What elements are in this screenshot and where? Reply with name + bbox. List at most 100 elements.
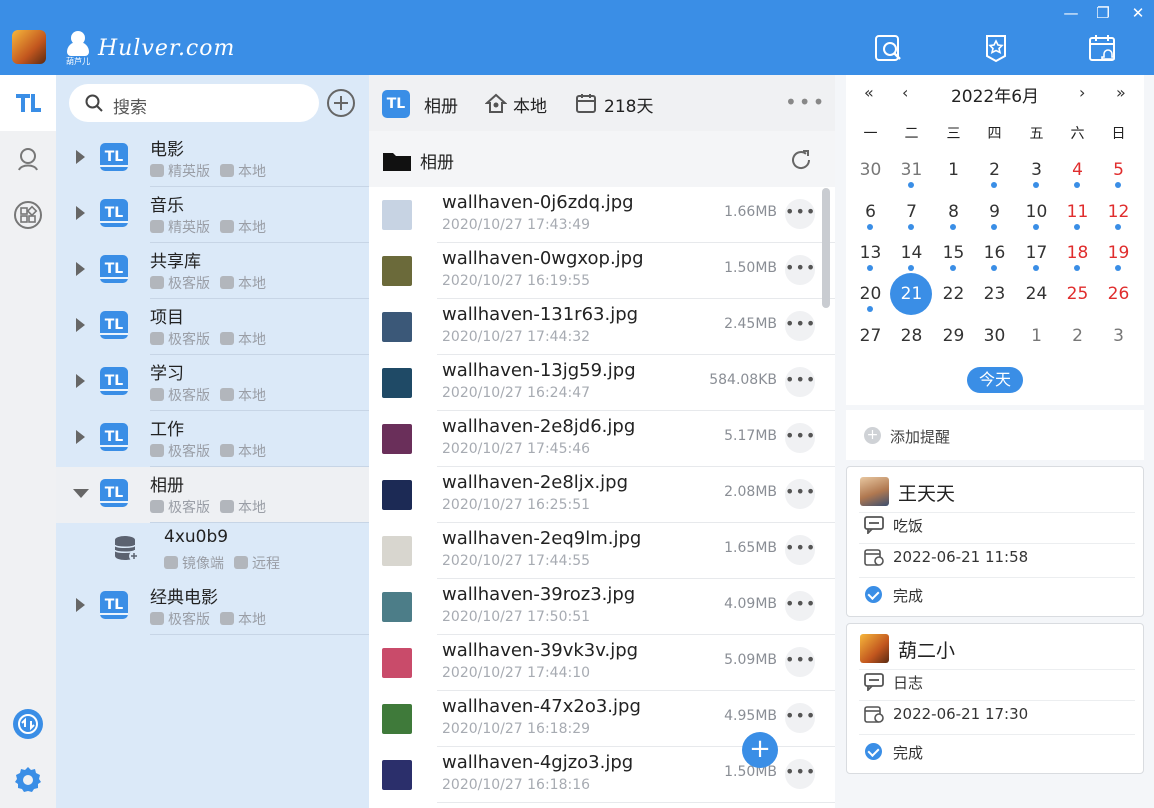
library-item[interactable]: TL 共享库 极客版 本地 [56, 243, 369, 299]
app-avatar[interactable] [12, 30, 46, 64]
file-row[interactable]: wallhaven-13jg59.jpg 2020/10/27 16:24:47 5… [369, 355, 835, 411]
reminder-status[interactable]: 完成 [893, 585, 923, 606]
home-icon [220, 276, 234, 289]
scrollbar[interactable] [822, 188, 830, 308]
library-location: 本地 [238, 388, 266, 404]
calendar-day[interactable]: 1 [933, 150, 974, 191]
calendar-day[interactable]: 28 [891, 316, 932, 357]
file-row[interactable]: wallhaven-39vk3v.jpg 2020/10/27 17:44:10 5… [369, 635, 835, 691]
library-location: 本地 [238, 220, 266, 236]
library-item[interactable]: TL 电影 精英版 本地 [56, 131, 369, 187]
file-more-button[interactable]: ••• [785, 535, 815, 565]
event-dot [950, 224, 956, 230]
search-input[interactable]: 搜索 [113, 93, 147, 118]
file-more-button[interactable]: ••• [785, 591, 815, 621]
cloud-icon [234, 556, 248, 569]
file-more-button[interactable]: ••• [785, 199, 815, 229]
reminder-card[interactable]: 葫二小 日志 2022-06-21 17:30 完成 [846, 623, 1144, 774]
next-month-button[interactable]: › [1079, 83, 1085, 102]
file-row[interactable]: wallhaven-39roz3.jpg 2020/10/27 17:50:51 4… [369, 579, 835, 635]
location-label[interactable]: 本地 [513, 92, 547, 117]
rail-apps[interactable] [0, 187, 56, 243]
sync-icon [13, 709, 43, 739]
restore-button[interactable]: ❐ [1092, 4, 1114, 22]
gear-icon [15, 767, 41, 792]
calendar-day[interactable]: 3 [1098, 316, 1139, 357]
file-more-button[interactable]: ••• [785, 311, 815, 341]
add-file-button[interactable]: + [742, 732, 778, 768]
current-library[interactable]: 相册 [424, 92, 458, 117]
reminder-card[interactable]: 王天天 吃饭 2022-06-21 11:58 完成 [846, 466, 1144, 617]
expand-arrow-icon[interactable] [76, 598, 85, 612]
calendar-day[interactable]: 21 [891, 274, 932, 315]
global-search-icon[interactable] [873, 32, 905, 64]
refresh-icon[interactable] [789, 148, 813, 172]
search-box[interactable]: 搜索 [69, 84, 319, 122]
calendar-day[interactable]: 1 [1016, 316, 1057, 357]
next-year-button[interactable]: » [1116, 83, 1126, 102]
collapse-arrow-icon[interactable] [73, 489, 89, 498]
file-row[interactable]: wallhaven-2eq9lm.jpg 2020/10/27 17:44:55 1… [369, 523, 835, 579]
file-row[interactable]: wallhaven-2e8ljx.jpg 2020/10/27 16:25:51 2… [369, 467, 835, 523]
file-size: 2.45MB [724, 316, 777, 332]
library-item[interactable]: TL 经典电影 极客版 本地 [56, 579, 369, 635]
favorites-icon[interactable] [980, 32, 1012, 64]
calendar-day[interactable]: 24 [1016, 274, 1057, 315]
library-edition: 极客版 [168, 500, 210, 516]
file-row[interactable]: wallhaven-0j6zdq.jpg 2020/10/27 17:43:49 1… [369, 187, 835, 243]
calendar-day[interactable]: 27 [850, 316, 891, 357]
expand-arrow-icon[interactable] [76, 318, 85, 332]
calendar-day[interactable]: 22 [933, 274, 974, 315]
add-library-button[interactable] [327, 89, 355, 117]
calendar-day[interactable]: 25 [1057, 274, 1098, 315]
file-more-button[interactable]: ••• [785, 423, 815, 453]
library-icon: TL [382, 90, 410, 118]
rail-library[interactable] [0, 75, 56, 131]
library-item[interactable]: TL 音乐 精英版 本地 [56, 187, 369, 243]
calendar-day[interactable]: 30 [974, 316, 1015, 357]
contacts-icon [18, 148, 38, 171]
library-item[interactable]: TL 工作 极客版 本地 [56, 411, 369, 467]
rail-contacts[interactable] [0, 131, 56, 187]
file-row[interactable]: wallhaven-131r63.jpg 2020/10/27 17:44:32 2… [369, 299, 835, 355]
today-button[interactable]: 今天 [967, 367, 1023, 393]
expand-arrow-icon[interactable] [76, 374, 85, 388]
close-button[interactable]: ✕ [1127, 4, 1149, 22]
home-icon [220, 220, 234, 233]
file-more-button[interactable]: ••• [785, 647, 815, 677]
file-more-button[interactable]: ••• [785, 703, 815, 733]
expand-arrow-icon[interactable] [76, 430, 85, 444]
file-more-button[interactable]: ••• [785, 759, 815, 789]
check-icon[interactable] [865, 586, 882, 603]
rail-settings[interactable] [0, 752, 56, 808]
library-item-selected[interactable]: TL 相册 极客版 本地 [56, 467, 369, 523]
folder-row[interactable]: 相册 [369, 131, 835, 187]
calendar-day[interactable]: 23 [974, 274, 1015, 315]
expand-arrow-icon[interactable] [76, 262, 85, 276]
calendar-reminder-icon[interactable] [1087, 32, 1119, 64]
expand-arrow-icon[interactable] [76, 150, 85, 164]
rail-sync[interactable] [0, 696, 56, 752]
calendar-day[interactable]: 2 [1057, 316, 1098, 357]
calendar-day[interactable]: 30 [850, 150, 891, 191]
library-item[interactable]: TL 项目 极客版 本地 [56, 299, 369, 355]
add-reminder-button[interactable]: + 添加提醒 [846, 410, 1144, 460]
file-more-button[interactable]: ••• [785, 255, 815, 285]
calendar-day[interactable]: 26 [1098, 274, 1139, 315]
library-item[interactable]: TL 学习 极客版 本地 [56, 355, 369, 411]
check-icon[interactable] [865, 743, 882, 760]
expand-arrow-icon[interactable] [76, 206, 85, 220]
file-more-button[interactable]: ••• [785, 479, 815, 509]
minimize-button[interactable]: — [1060, 4, 1082, 22]
more-options-button[interactable]: ••• [785, 90, 826, 114]
library-meta: 镜像端 远程 [164, 553, 280, 573]
days-count[interactable]: 218天 [604, 92, 653, 117]
library-child-item[interactable]: 4xu0b9 镜像端 远程 [56, 523, 369, 579]
calendar-icon [576, 94, 596, 113]
file-row[interactable]: wallhaven-2e8jd6.jpg 2020/10/27 17:45:46 5… [369, 411, 835, 467]
file-more-button[interactable]: ••• [785, 367, 815, 397]
calendar-day[interactable]: 29 [933, 316, 974, 357]
file-row[interactable]: wallhaven-0wgxop.jpg 2020/10/27 16:19:55 1… [369, 243, 835, 299]
reminder-status[interactable]: 完成 [893, 742, 923, 763]
library-icon: TL [100, 591, 128, 619]
